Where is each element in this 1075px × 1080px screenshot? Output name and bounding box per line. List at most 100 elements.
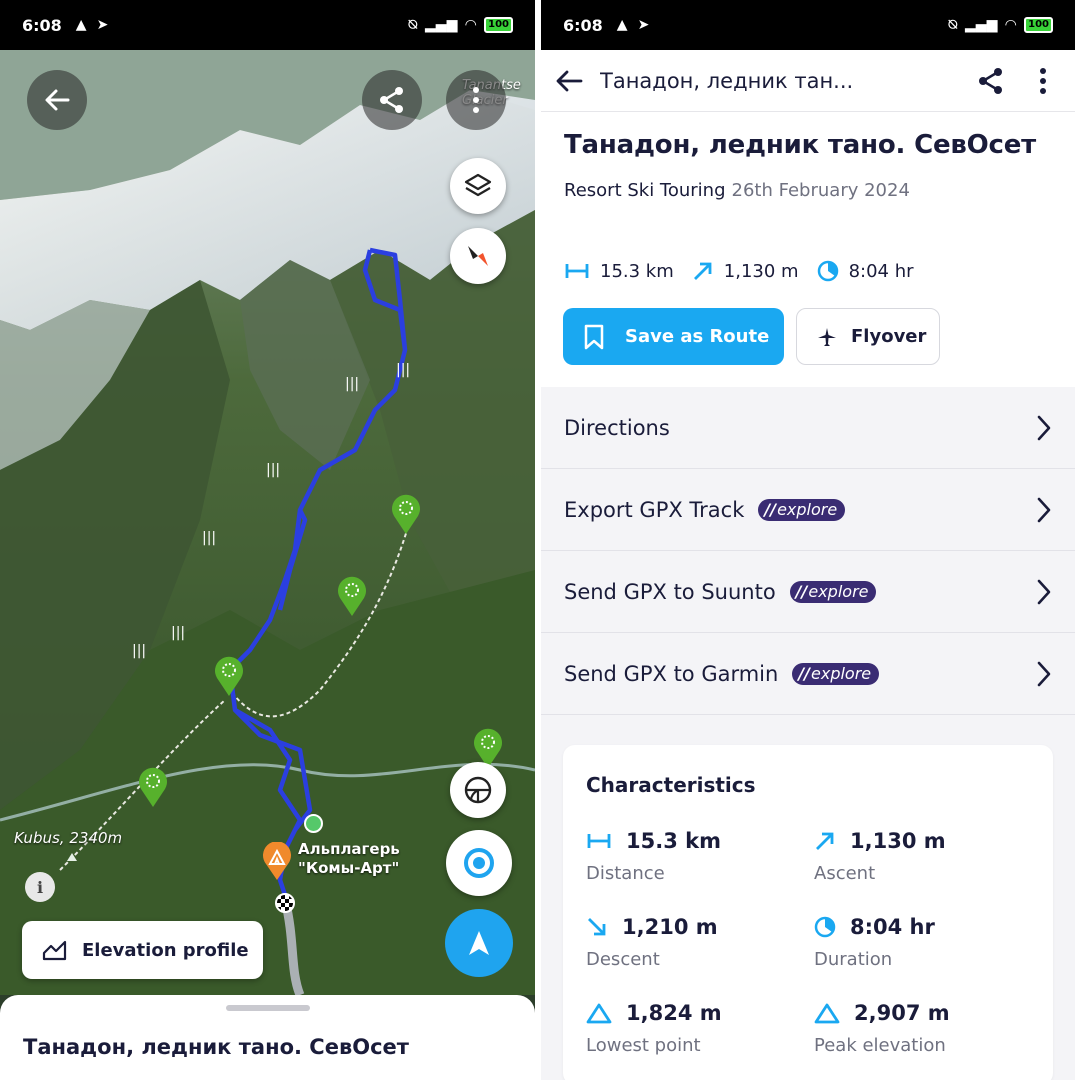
more-button[interactable] [446,70,506,130]
flyover-button[interactable]: Flyover [796,308,940,365]
peak-label: Kubus, 2340m [14,829,123,847]
distance-icon [565,264,589,278]
stat-duration: 8:04 hr [817,260,914,282]
globe-view-button[interactable] [450,762,506,818]
location-target-icon [464,848,494,878]
layers-button[interactable] [450,158,506,214]
waterfall-icon: ||| [396,362,411,378]
char-label: Duration [814,949,893,970]
camp-label-line2: "Комы-Арт" [298,859,400,877]
stat-ascent-value: 1,130 m [723,260,799,282]
tour-subtitle: Resort Ski Touring 26th February 2024 [564,180,1060,201]
char-value: 15.3 km [626,829,721,853]
more-vertical-icon [1040,67,1046,94]
descent-icon [588,918,606,936]
bottom-sheet[interactable]: Танадон, ледник тано. СевОсет [0,995,535,1080]
globe-icon [464,776,492,804]
tour-date: 26th February 2024 [731,180,910,201]
char-duration: 8:04 hr Duration [814,915,1024,970]
back-button[interactable] [27,70,87,130]
airplane-icon [818,327,836,346]
app-bar: Танадон, ледник тан... [541,50,1075,112]
elevation-chart-icon [42,940,67,961]
char-lowest-point: 1,824 m Lowest point [586,1001,796,1056]
save-as-route-button[interactable]: Save as Route [563,308,784,365]
list-item-export-gpx[interactable]: Export GPX Track //explore [541,469,1075,551]
locate-me-button[interactable] [446,830,512,896]
stat-ascent: 1,130 m [692,260,799,282]
mute-icon: ⍉ [408,17,418,33]
distance-icon [587,834,611,848]
more-vertical-icon [473,87,479,113]
char-ascent: 1,130 m Ascent [814,829,1024,884]
share-button[interactable] [965,51,1017,111]
list-item-label: Export GPX Track [564,497,745,522]
start-point-icon[interactable] [304,814,323,833]
status-bar: 6:08 ▲ ➤ ⍉ ▂▄▆ ◠ 100 [0,0,535,50]
char-peak-elevation: 2,907 m Peak elevation [814,1001,1024,1056]
characteristics-title: Characteristics [586,773,756,797]
wifi-icon: ◠ [1005,17,1017,33]
page-title: Танадон, ледник тано. СевОсет [564,130,1037,160]
explore-badge: //explore [758,498,846,521]
compass-icon [468,246,488,266]
navigate-button[interactable] [445,909,513,977]
app-notification-icon: ▲ [616,17,628,33]
map-screen: 6:08 ▲ ➤ ⍉ ▂▄▆ ◠ 100 ||| ||| ||| ||| |||… [0,0,535,1080]
ascent-icon [693,262,712,280]
navigation-arrow-icon [469,931,489,955]
bookmark-icon [584,324,604,349]
list-item-send-suunto[interactable]: Send GPX to Suunto //explore [541,551,1075,633]
signal-icon: ▂▄▆ [425,17,458,33]
share-icon [979,67,1002,94]
list-item-label: Send GPX to Suunto [564,579,776,604]
elevation-profile-label: Elevation profile [82,939,249,961]
back-button[interactable] [541,51,599,111]
characteristics-card: Characteristics 15.3 km Distance 1,130 m… [563,745,1053,1080]
compass-button[interactable] [450,228,506,284]
waterfall-icon: ||| [171,625,186,641]
app-notification-icon: ▲ [75,17,87,33]
chevron-right-icon [1037,661,1051,686]
char-label: Peak elevation [814,1035,946,1056]
chevron-right-icon [1037,497,1051,522]
telegram-icon: ➤ [637,17,650,33]
char-label: Lowest point [586,1035,701,1056]
battery-icon: 100 [484,17,513,33]
waterfall-icon: ||| [202,530,217,546]
battery-icon: 100 [1024,17,1053,33]
poi-pin-icon[interactable] [214,656,244,700]
sheet-title: Танадон, ледник тано. СевОсет [23,1035,409,1059]
status-icons: ⍉ ▂▄▆ ◠ 100 [409,17,513,33]
poi-pin-icon[interactable] [138,767,168,811]
badge-label: explore [808,582,869,601]
chevron-right-icon [1037,415,1051,440]
list-item-directions[interactable]: Directions [541,387,1075,469]
list-item-label: Directions [564,415,670,440]
camp-label: Альплагерь "Комы-Арт" [298,840,400,878]
list-item-send-garmin[interactable]: Send GPX to Garmin //explore [541,633,1075,715]
poi-pin-icon[interactable] [337,576,367,620]
arrow-left-icon [45,89,70,111]
finish-flag-icon[interactable] [275,893,295,913]
explore-badge: //explore [789,580,877,603]
share-button[interactable] [362,70,422,130]
wifi-icon: ◠ [465,17,477,33]
char-value: 1,210 m [622,915,718,939]
details-screen: 6:08 ▲ ➤ ⍉ ▂▄▆ ◠ 100 Танадон, ледник тан… [541,0,1075,1080]
list-item-label: Send GPX to Garmin [564,661,779,686]
signal-icon: ▂▄▆ [965,17,998,33]
sheet-drag-handle[interactable] [226,1005,310,1011]
elevation-profile-button[interactable]: Elevation profile [22,921,263,979]
badge-label: explore [811,664,872,683]
char-value: 1,130 m [850,829,946,853]
mute-icon: ⍉ [948,17,958,33]
more-button[interactable] [1017,51,1069,111]
status-time: 6:08 [563,15,603,35]
chevron-right-icon [1037,579,1051,604]
info-button[interactable]: i [25,872,55,902]
poi-pin-icon[interactable] [391,494,421,538]
camp-marker-icon[interactable] [262,841,292,880]
status-icons: ⍉ ▂▄▆ ◠ 100 [949,17,1053,33]
char-value: 2,907 m [854,1001,950,1025]
